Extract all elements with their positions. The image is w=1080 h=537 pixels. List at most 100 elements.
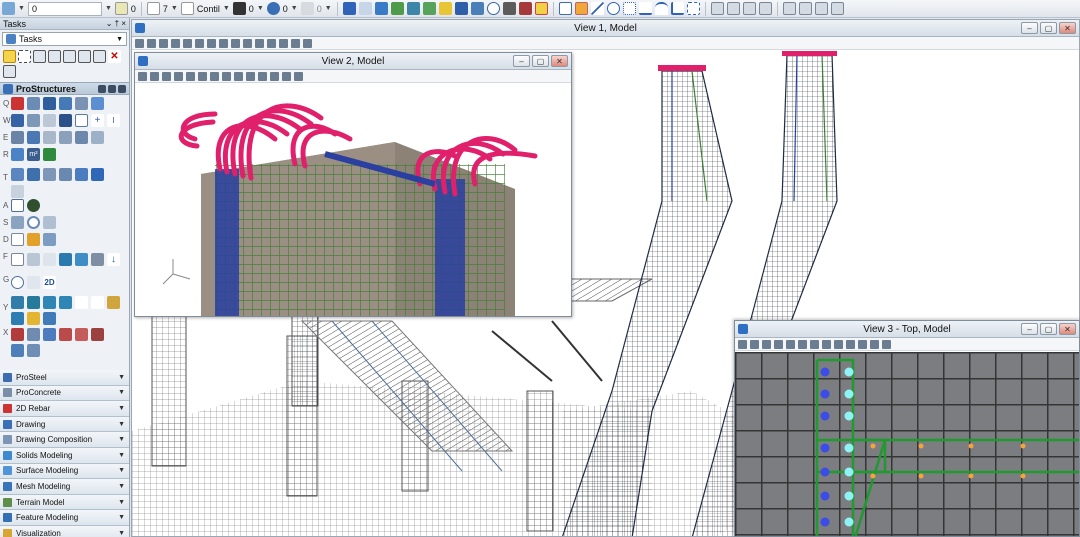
connection-icon[interactable] [59,114,72,127]
cylinder-icon[interactable] [11,216,24,229]
stair-icon[interactable] [27,114,40,127]
rebar-layout-icon[interactable] [43,148,56,161]
railing-icon[interactable] [43,114,56,127]
maximize-button[interactable]: ▢ [1040,323,1057,335]
view-next-icon[interactable] [258,71,267,81]
rebar-bar-icon[interactable] [75,168,88,181]
dropdown-arrow-icon[interactable]: ▼ [325,5,332,12]
zoom-in-icon[interactable] [174,71,183,81]
dropdown-arrow-icon[interactable]: ▼ [291,5,298,12]
dropdown-arrow-icon[interactable]: ▼ [223,5,230,12]
line-icon[interactable] [590,2,604,15]
section-2d-rebar[interactable]: 2D Rebar ▼ [0,401,129,417]
display-style-icon[interactable] [150,71,159,81]
t-section-icon[interactable] [91,168,104,181]
camera-icon[interactable] [294,71,303,81]
plan-2-icon[interactable] [27,311,40,325]
dropdown-arrow-icon[interactable]: ▼ [171,5,178,12]
steel-shape-icon[interactable] [11,97,24,110]
dropdown-arrow-icon[interactable]: ▼ [257,5,264,12]
2d-icon[interactable]: 2D [43,276,56,289]
menu-icon[interactable] [118,84,126,93]
hook-icon[interactable] [75,114,88,127]
zoom-out-icon[interactable] [183,38,192,48]
grid-icon[interactable] [518,2,532,15]
save-icon[interactable] [390,2,404,15]
window-area-icon[interactable] [195,38,204,48]
section-drawing[interactable]: Drawing ▼ [0,416,129,433]
view-previous-icon[interactable] [846,339,855,349]
display-style-icon[interactable] [147,38,156,48]
fit-view-icon[interactable] [810,339,819,349]
view-previous-icon[interactable] [243,38,252,48]
drawing-icon[interactable] [43,233,56,246]
sheet-icon[interactable] [11,253,24,266]
plot-icon[interactable] [406,2,420,15]
zoom-in-icon[interactable] [774,339,783,349]
polyline-icon[interactable] [670,2,684,15]
reference-icon[interactable] [454,2,468,15]
section-terrain-model[interactable]: Terrain Model ▼ [0,494,129,511]
detail-3-icon[interactable] [43,295,56,309]
priority-icon[interactable] [266,2,280,15]
section-solids-modeling[interactable]: Solids Modeling ▼ [0,447,129,464]
arrow-down-icon[interactable]: ↓ [107,253,120,266]
rebar-edit-icon[interactable] [11,168,24,181]
element-highlight-icon[interactable] [574,2,588,15]
bolt-icon[interactable] [75,97,88,110]
section-surface-modeling[interactable]: Surface Modeling ▼ [0,463,129,480]
raster-icon[interactable] [470,2,484,15]
panel-pin-close-icon[interactable]: ⌄ † × [106,19,126,28]
list-view-icon[interactable] [108,84,116,93]
page-icon[interactable] [43,253,56,266]
clip-volume-icon[interactable] [279,38,288,48]
scale-icon[interactable] [93,50,106,63]
maximize-button[interactable]: ▢ [1040,22,1057,34]
copy-icon[interactable] [48,50,61,63]
measure-icon[interactable] [502,2,516,15]
element-selection-icon[interactable] [342,2,356,15]
copy-view-icon[interactable] [270,71,279,81]
rotate-icon[interactable] [78,50,91,63]
plate-icon[interactable] [27,97,40,110]
level-tool-icon[interactable] [27,131,40,144]
area-icon[interactable]: m² [27,148,40,161]
view-next-icon[interactable] [858,339,867,349]
rotate-view-icon[interactable] [219,38,228,48]
table-icon[interactable] [75,253,88,266]
view-attributes-icon[interactable] [138,71,147,81]
view-group-4-icon[interactable] [758,2,772,15]
tag-icon[interactable] [91,253,104,266]
bracket-icon[interactable] [11,114,24,127]
point-icon[interactable] [622,2,636,15]
section-2-icon[interactable] [27,327,40,341]
open-icon[interactable] [374,2,388,15]
settings-icon[interactable] [107,295,120,309]
view-1-icon[interactable] [11,343,24,357]
view-attributes-icon[interactable] [738,339,747,349]
section-feature-modeling[interactable]: Feature Modeling ▼ [0,510,129,526]
models-icon[interactable] [422,2,436,15]
rebar-bend-icon[interactable] [59,168,72,181]
section-mesh-modeling[interactable]: Mesh Modeling ▼ [0,479,129,495]
fit-view-icon[interactable] [210,71,219,81]
line-weight-icon[interactable] [232,2,246,15]
plan-1-icon[interactable] [11,311,24,325]
select-rectangle-icon[interactable] [18,50,31,63]
section-visualization[interactable]: Visualization ▼ [0,525,129,537]
distribute-icon[interactable] [11,185,24,198]
rebar-shape-icon[interactable] [11,148,24,161]
redo-icon[interactable] [91,295,104,309]
brush-icon[interactable] [27,233,40,246]
section-1-icon[interactable] [11,327,24,341]
beam-icon[interactable] [43,97,56,110]
color-icon[interactable] [114,2,128,15]
copy-view-icon[interactable] [870,339,879,349]
fence-icon[interactable] [686,2,700,15]
view-group-2-icon[interactable] [726,2,740,15]
view-group-3-icon[interactable] [742,2,756,15]
modify-icon[interactable] [63,50,76,63]
info-icon[interactable] [486,2,500,15]
close-button[interactable]: ✕ [1059,323,1076,335]
search-tool-icon[interactable] [27,199,40,212]
